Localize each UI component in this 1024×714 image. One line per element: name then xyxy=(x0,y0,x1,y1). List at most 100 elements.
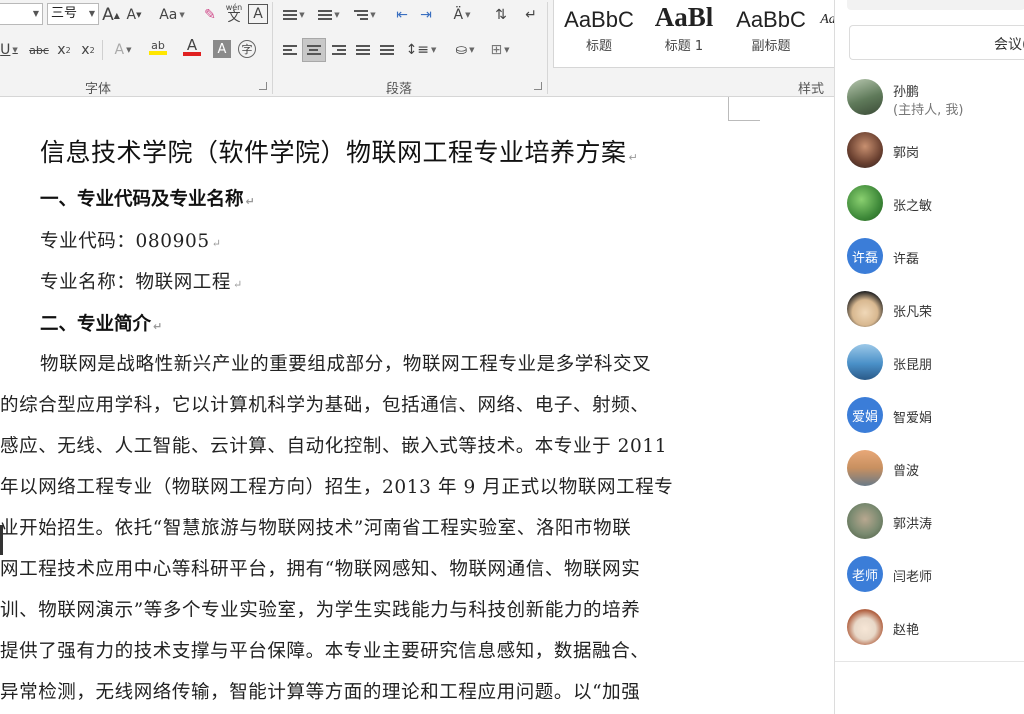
avatar xyxy=(847,185,883,221)
participant-item[interactable]: 赵艳 xyxy=(847,609,1024,653)
clear-format-button[interactable]: ✎ xyxy=(200,4,220,26)
increase-indent-icon: ⇥ xyxy=(420,7,432,23)
divider xyxy=(835,661,1024,662)
paragraph-mark: ↵ xyxy=(233,278,243,291)
avatar xyxy=(847,503,883,539)
chevron-down-icon[interactable]: ▼ xyxy=(89,4,95,24)
participant-item[interactable]: 郭岗 xyxy=(847,132,1024,176)
paint-bucket-icon: ⛀ xyxy=(455,42,468,58)
sort-button[interactable]: ⇅ xyxy=(490,4,512,26)
underline-button[interactable]: U ▼ xyxy=(0,39,20,61)
align-left-button[interactable] xyxy=(279,39,301,61)
style-item-more[interactable]: Aa xyxy=(818,0,834,66)
doc-line-name[interactable]: 专业名称：物联网工程 ↵ xyxy=(40,268,760,294)
participant-item[interactable]: 张昆朋 xyxy=(847,344,1024,388)
section-heading-2[interactable]: 二、专业简介 ↵ xyxy=(40,310,162,336)
shrink-font-button[interactable]: A ▼ xyxy=(124,4,144,26)
enclose-char-button[interactable]: 字 xyxy=(238,40,256,58)
font-name-combo[interactable]: ▼ xyxy=(0,3,43,25)
phonetic-guide-button[interactable]: wén 文 xyxy=(224,2,244,24)
participant-name: 孙鹏 xyxy=(893,85,920,100)
chevron-down-icon[interactable]: ▼ xyxy=(33,4,39,24)
highlight-icon: ab xyxy=(151,38,165,52)
paragraph-line[interactable]: 年以网络工程专业（物联网工程方向）招生，2013 年 9 月正式以物联网工程专 xyxy=(0,473,720,499)
document-title[interactable]: 信息技术学院（软件学院）物联网工程专业培养方案 ↵ xyxy=(40,133,638,169)
increase-indent-button[interactable]: ⇥ xyxy=(415,4,437,26)
decrease-indent-button[interactable]: ⇤ xyxy=(391,4,413,26)
participant-item[interactable]: 曾波 xyxy=(847,450,1024,494)
strikethrough-button[interactable]: abc xyxy=(28,39,50,61)
text-effects-button[interactable]: A ▼ xyxy=(108,39,138,61)
group-label-styles: 样式 xyxy=(798,82,825,97)
font-dialog-launcher-icon[interactable] xyxy=(259,82,267,90)
chinese-layout-button[interactable]: Ä ▼ xyxy=(447,4,477,26)
avatar xyxy=(847,344,883,380)
style-sample: Aa xyxy=(820,12,834,27)
align-left-icon xyxy=(283,43,297,57)
document-page[interactable]: 信息技术学院（软件学院）物联网工程专业培养方案 ↵ 一、专业代码及专业名称 ↵ 专业… xyxy=(0,97,834,714)
distributed-button[interactable] xyxy=(376,39,398,61)
text-cursor xyxy=(0,525,3,555)
participant-name: 闫老师 xyxy=(893,570,933,585)
participant-name: 张之敏 xyxy=(893,199,933,214)
style-item-title[interactable]: AaBbC 标题 xyxy=(558,0,640,66)
font-size-combo[interactable]: 三号 ▼ xyxy=(47,3,99,25)
subscript-button[interactable]: x2 xyxy=(54,39,74,61)
paragraph-mark: ↵ xyxy=(245,195,255,208)
grow-font-button[interactable]: A ▲ xyxy=(101,4,121,26)
meeting-info-field[interactable]: 会议( xyxy=(849,25,1024,60)
participant-name: 张凡荣 xyxy=(893,305,933,320)
multilevel-list-icon xyxy=(354,8,369,22)
highlight-color-swatch xyxy=(149,50,167,55)
char-shading-button[interactable]: A xyxy=(213,40,231,58)
paragraph-mark-icon: ↵ xyxy=(525,7,537,23)
participant-item[interactable]: 许磊 许磊 xyxy=(847,238,1024,282)
paragraph-line[interactable]: 异常检测，无线网络传输，智能计算等方面的理论和工程应用问题。以“加强 xyxy=(0,678,720,704)
shading-button[interactable]: ⛀ ▼ xyxy=(448,39,482,61)
change-case-icon: Aa xyxy=(159,7,178,23)
group-label-paragraph: 段落 xyxy=(386,82,413,97)
paragraph-line[interactable]: 训、物联网演示”等多个专业实验室，为学生实践能力与科技创新能力的培养 xyxy=(0,596,720,622)
participant-item[interactable]: 孙鹏 (主持人, 我) xyxy=(847,79,1024,123)
paragraph-line[interactable]: 的综合型应用学科，它以计算机科学为基础，包括通信、网络、电子、射频、 xyxy=(0,391,720,417)
paragraph-line[interactable]: 物联网是战略性新兴产业的重要组成部分，物联网工程专业是多学科交叉 xyxy=(40,350,760,376)
participant-item[interactable]: 郭洪涛 xyxy=(847,503,1024,547)
change-case-button[interactable]: Aa ▼ xyxy=(155,4,189,26)
line-spacing-button[interactable]: ↕≡ ▼ xyxy=(406,39,437,61)
paragraph-line[interactable]: 感应、无线、人工智能、云计算、自动化控制、嵌入式等技术。本专业于 2011 xyxy=(0,432,720,458)
bullets-button[interactable]: ▼ xyxy=(279,4,309,26)
avatar: 老师 xyxy=(847,556,883,592)
participant-name: 曾波 xyxy=(893,464,920,479)
paragraph-line[interactable]: 业开始招生。依托“智慧旅游与物联网技术”河南省工程实验室、洛阳市物联 xyxy=(0,514,720,540)
style-item-subtitle[interactable]: AaBbC 副标题 xyxy=(730,0,812,66)
participant-name: 许磊 xyxy=(893,252,920,267)
meeting-label: 会议( xyxy=(994,37,1024,53)
highlight-button[interactable]: ab xyxy=(143,36,173,58)
participant-item[interactable]: 爱娟 智爱娟 xyxy=(847,397,1024,441)
paragraph-line[interactable]: 提供了强有力的技术支撑与平台保障。本专业主要研究信息感知，数据融合、 xyxy=(0,637,720,663)
superscript-icon: x xyxy=(81,42,90,58)
align-right-button[interactable] xyxy=(328,39,350,61)
paragraph-line[interactable]: 网工程技术应用中心等科研平台，拥有“物联网感知、物联网通信、物联网实 xyxy=(0,555,720,581)
avatar xyxy=(847,79,883,115)
superscript-button[interactable]: x2 xyxy=(78,39,98,61)
participant-item[interactable]: 老师 闫老师 xyxy=(847,556,1024,600)
justify-button[interactable] xyxy=(352,39,374,61)
borders-button[interactable]: ⊞ ▼ xyxy=(485,39,515,61)
paragraph-dialog-launcher-icon[interactable] xyxy=(534,82,542,90)
participant-item[interactable]: 张凡荣 xyxy=(847,291,1024,335)
font-color-button[interactable]: A xyxy=(177,36,207,58)
avatar-initials: 爱娟 xyxy=(851,409,878,425)
doc-line-code[interactable]: 专业代码：080905 ↵ xyxy=(40,227,760,253)
participant-item[interactable]: 张之敏 xyxy=(847,185,1024,229)
char-border-button[interactable]: A xyxy=(248,4,268,24)
style-item-heading1[interactable]: AaBl 标题 1 xyxy=(644,0,724,66)
style-name: 标题 xyxy=(585,39,612,54)
panel-search-box[interactable] xyxy=(847,0,1024,10)
underline-icon: U xyxy=(0,42,11,58)
align-center-button[interactable] xyxy=(302,38,326,62)
section-heading-1[interactable]: 一、专业代码及专业名称 ↵ xyxy=(40,185,255,211)
multilevel-list-button[interactable]: ▼ xyxy=(350,4,380,26)
show-marks-button[interactable]: ↵ xyxy=(520,4,542,26)
numbering-button[interactable]: ▼ xyxy=(314,4,344,26)
